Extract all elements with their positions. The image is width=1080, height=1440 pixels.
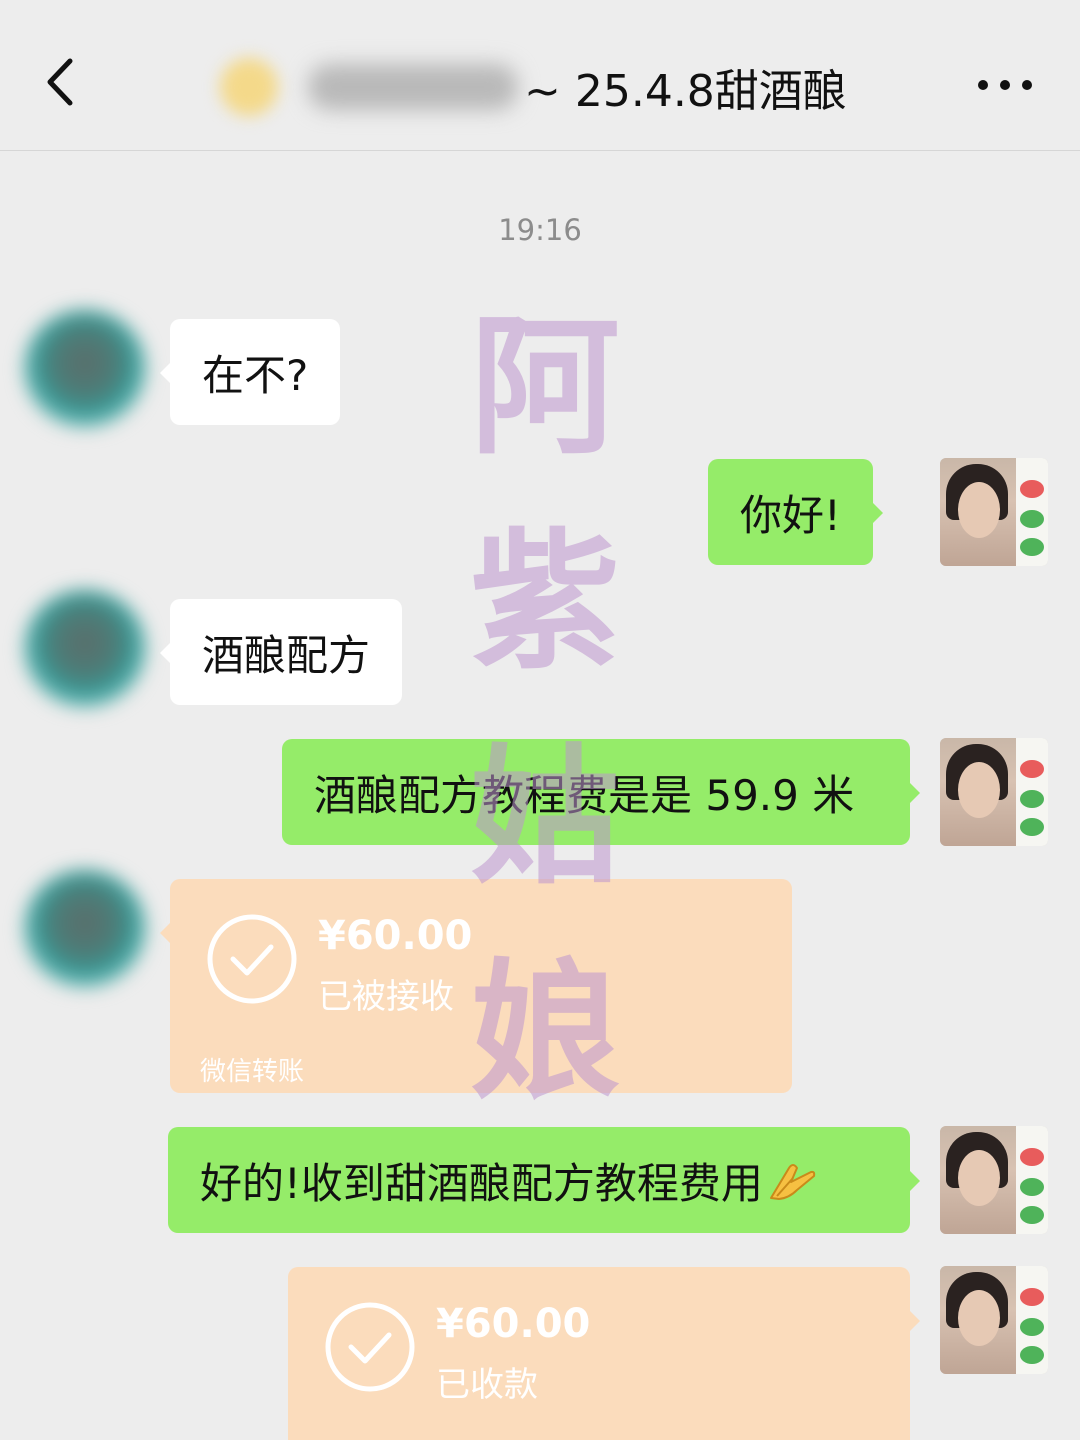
- chat-header: ~ 25.4.8甜酒酿: [0, 0, 1080, 151]
- transfer-card-outgoing[interactable]: ¥60.00 已收款: [288, 1267, 920, 1440]
- more-options-button[interactable]: [970, 60, 1040, 110]
- sticker-icon: [1020, 1346, 1044, 1364]
- sticker-icon: [1020, 790, 1044, 808]
- avatar-stickers: [1016, 738, 1048, 846]
- blurred-avatar-icon: [220, 58, 278, 116]
- message-text: 酒酿配方教程费是是 59.9 米: [314, 770, 855, 820]
- message-text: 你好!: [740, 490, 841, 540]
- hands-icon: [769, 1164, 816, 1200]
- chevron-left-icon: [47, 58, 73, 106]
- more-dots-icon: [978, 80, 1032, 90]
- check-circle-icon: [325, 1302, 415, 1392]
- sticker-icon: [1020, 1178, 1044, 1196]
- message-bubble-outgoing[interactable]: 好的!收到甜酒酿配方教程费用: [168, 1127, 920, 1233]
- message-bubble-incoming[interactable]: 酒酿配方: [159, 599, 403, 705]
- sticker-icon: [1020, 1288, 1044, 1306]
- sticker-icon: [1020, 1148, 1044, 1166]
- transfer-amount: ¥60.00: [436, 1301, 591, 1347]
- sticker-icon: [1020, 760, 1044, 778]
- message-text: 好的!收到甜酒酿配方教程费用: [200, 1158, 763, 1208]
- transfer-amount: ¥60.00: [318, 913, 473, 959]
- my-avatar[interactable]: [940, 738, 1048, 846]
- blurred-contact-name: [308, 64, 518, 110]
- avatar-face: [958, 1290, 1000, 1346]
- avatar-stickers: [1016, 1266, 1048, 1374]
- transfer-card-incoming[interactable]: ¥60.00 已被接收 微信转账: [160, 879, 792, 1093]
- transfer-footer: 微信转账: [200, 1057, 305, 1087]
- sticker-icon: [1020, 538, 1044, 556]
- message-bubble-outgoing[interactable]: 你好!: [708, 459, 883, 565]
- avatar-face: [958, 762, 1000, 818]
- watermark-char: 紫: [469, 514, 620, 690]
- sticker-icon: [1020, 1206, 1044, 1224]
- back-button[interactable]: [30, 52, 90, 112]
- my-avatar[interactable]: [940, 458, 1048, 566]
- contact-avatar[interactable]: [24, 590, 146, 708]
- check-circle-icon: [207, 914, 297, 1004]
- avatar-face: [958, 482, 1000, 538]
- sticker-icon: [1020, 480, 1044, 498]
- transfer-status: 已被接收: [318, 977, 454, 1017]
- chat-title-text: ~ 25.4.8甜酒酿: [524, 66, 847, 117]
- chat-title: ~ 25.4.8甜酒酿: [220, 52, 880, 122]
- transfer-status: 已收款: [436, 1365, 538, 1405]
- sticker-icon: [1020, 818, 1044, 836]
- message-text: 在不?: [202, 350, 309, 400]
- watermark-char: 阿: [469, 299, 620, 475]
- message-timestamp: 19:16: [498, 213, 582, 247]
- sticker-icon: [1020, 1318, 1044, 1336]
- contact-avatar[interactable]: [24, 310, 146, 428]
- my-avatar[interactable]: [940, 1126, 1048, 1234]
- sticker-icon: [1020, 510, 1044, 528]
- my-avatar[interactable]: [940, 1266, 1048, 1374]
- avatar-stickers: [1016, 1126, 1048, 1234]
- message-text: 酒酿配方: [202, 630, 371, 680]
- message-bubble-incoming[interactable]: 在不?: [159, 319, 341, 425]
- avatar-stickers: [1016, 458, 1048, 566]
- message-bubble-outgoing[interactable]: 酒酿配方教程费是是 59.9 米: [282, 739, 920, 845]
- avatar-face: [958, 1150, 1000, 1206]
- contact-avatar[interactable]: [24, 870, 146, 988]
